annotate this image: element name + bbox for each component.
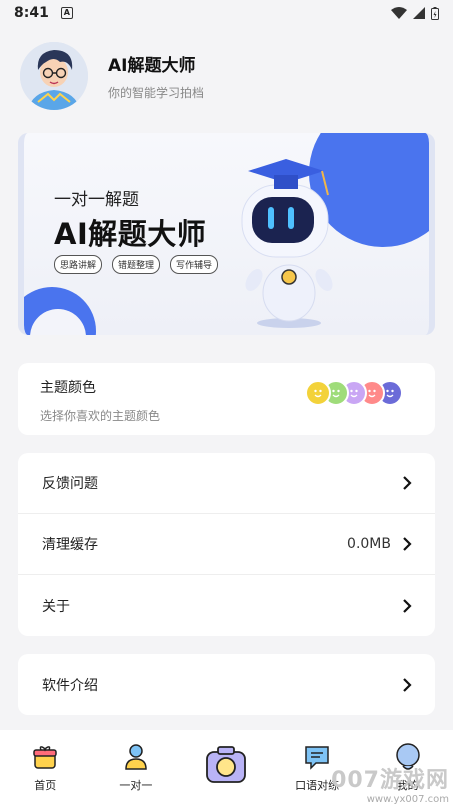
avatar[interactable] <box>20 42 88 110</box>
chevron-right-icon <box>403 598 412 613</box>
clear-cache-label: 清理缓存 <box>42 537 98 553</box>
app-screen: 8:41 A AI解题大师 你的智能学习拍档 一对一解题 AI解题大师 思路讲解… <box>0 0 453 807</box>
about-label: 关于 <box>42 598 70 615</box>
intro-card: 软件介绍 <box>18 654 435 715</box>
chat-bubble-icon <box>305 746 329 770</box>
watermark-url: www.yx007.com <box>366 794 449 805</box>
theme-color-swatch[interactable] <box>305 380 331 406</box>
smile-face-icon <box>386 389 394 398</box>
profile-header[interactable]: AI解题大师 你的智能学习拍档 <box>20 42 204 110</box>
camera-icon <box>206 746 247 783</box>
gift-home-icon <box>33 746 58 769</box>
clear-cache-row[interactable]: 清理缓存 0.0MB <box>18 514 435 575</box>
settings-list: 反馈问题 清理缓存 0.0MB 关于 <box>18 453 435 636</box>
chevron-right-icon <box>403 476 412 490</box>
software-intro-row[interactable]: 软件介绍 <box>18 654 435 715</box>
wifi-icon <box>391 7 407 19</box>
banner-title: AI解题大师 <box>54 217 207 251</box>
signal-icon <box>413 7 425 19</box>
chevron-right-icon <box>403 537 412 551</box>
app-name: AI解题大师 <box>108 56 196 76</box>
nav-home-label: 首页 <box>34 779 57 792</box>
nav-camera[interactable] <box>181 730 272 807</box>
feedback-row[interactable]: 反馈问题 <box>18 453 435 514</box>
nav-home[interactable]: 首页 <box>0 730 91 807</box>
theme-color-card: 主题颜色 选择你喜欢的主题颜色 <box>18 363 435 435</box>
feedback-label: 反馈问题 <box>42 476 98 492</box>
person-icon <box>125 744 147 770</box>
theme-description: 选择你喜欢的主题颜色 <box>40 409 161 423</box>
status-right <box>391 6 439 20</box>
smile-face-icon <box>314 389 322 398</box>
cache-size-value: 0.0MB <box>347 536 391 552</box>
about-row[interactable]: 关于 <box>18 575 435 636</box>
banner-tag: 思路讲解 <box>54 255 103 274</box>
watermark-title: 007游戏网 <box>331 768 449 793</box>
app-subtitle: 你的智能学习拍档 <box>108 86 205 100</box>
avatar-illustration <box>20 42 88 110</box>
banner-subtitle: 一对一解题 <box>54 190 139 210</box>
nav-one-on-one[interactable]: 一对一 <box>91 730 182 807</box>
chevron-right-icon <box>403 677 412 692</box>
notification-a-icon: A <box>60 7 73 19</box>
banner-tag: 写作辅导 <box>170 255 219 274</box>
nav-one-on-one-label: 一对一 <box>119 779 153 792</box>
smile-face-icon <box>368 389 376 398</box>
theme-swatches <box>305 380 403 406</box>
robot-mascot-illustration <box>241 159 333 328</box>
status-bar: 8:41 A <box>0 0 453 26</box>
promo-banner[interactable]: 一对一解题 AI解题大师 思路讲解 错题整理 写作辅导 <box>18 133 435 335</box>
watermark: 007游戏网 www.yx007.com <box>331 762 449 805</box>
smile-face-icon <box>332 389 340 398</box>
status-time: 8:41 <box>14 5 49 21</box>
battery-icon <box>431 6 439 20</box>
banner-tags: 思路讲解 错题整理 写作辅导 <box>54 255 219 274</box>
smile-face-icon <box>350 389 358 398</box>
banner-tag: 错题整理 <box>112 255 161 274</box>
software-intro-label: 软件介绍 <box>42 677 98 694</box>
